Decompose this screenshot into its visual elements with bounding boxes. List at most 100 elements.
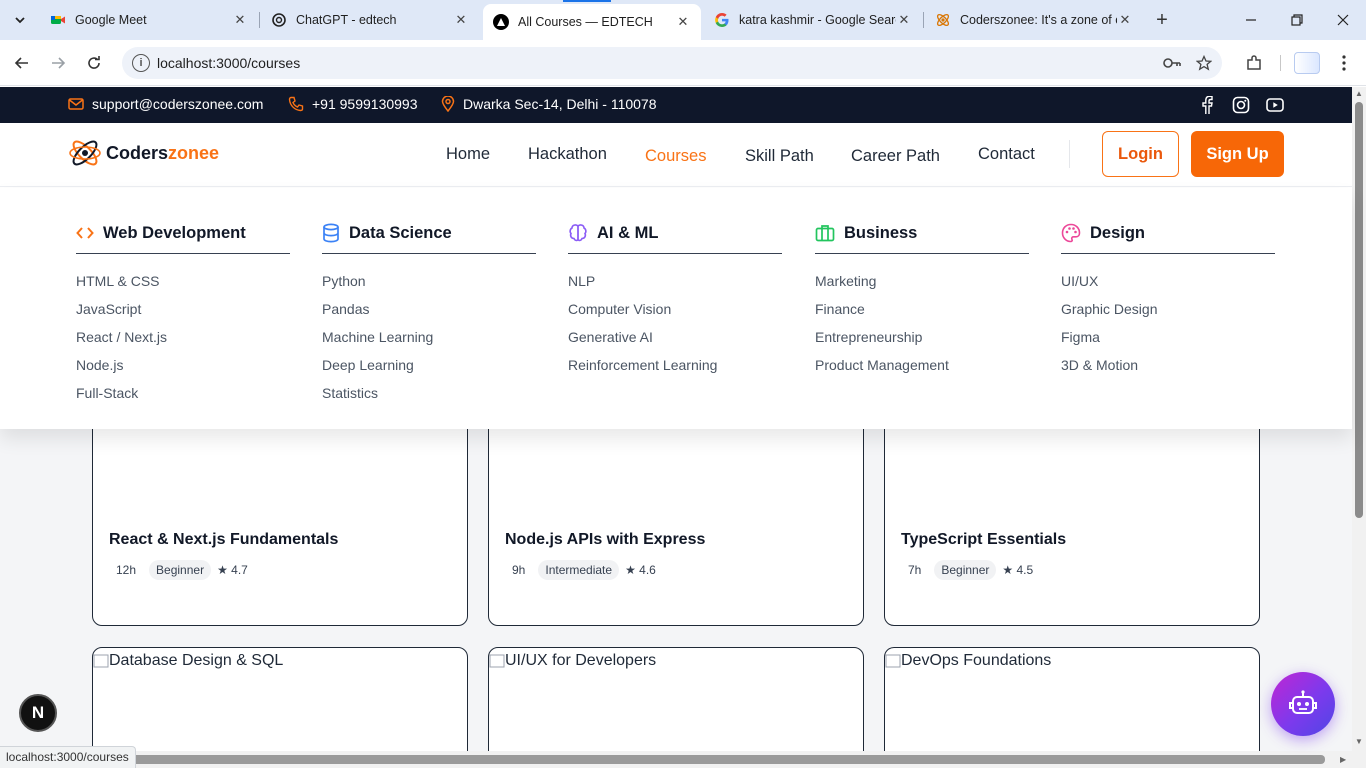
menu-item[interactable]: Python (322, 267, 536, 295)
coderszonee-icon (935, 12, 951, 28)
extensions-icon[interactable] (1242, 51, 1266, 75)
menu-item[interactable]: React / Next.js (76, 323, 290, 351)
bookmark-star-icon[interactable] (1195, 54, 1213, 74)
course-level: Beginner (149, 560, 212, 580)
login-button[interactable]: Login (1102, 131, 1179, 177)
tab-google-meet[interactable]: Google Meet ✕ (40, 6, 258, 34)
palette-icon (1061, 223, 1081, 243)
close-tab-icon[interactable]: ✕ (453, 12, 469, 28)
back-icon[interactable] (10, 51, 34, 75)
site-logo[interactable]: Coderszonee (68, 136, 219, 170)
menu-item[interactable]: 3D & Motion (1061, 351, 1275, 379)
close-tab-icon[interactable]: ✕ (1117, 12, 1133, 28)
menu-item[interactable]: Deep Learning (322, 351, 536, 379)
nav-courses[interactable]: Courses (645, 147, 706, 166)
tab-search-icon[interactable] (8, 8, 32, 32)
menu-column-business: Business Marketing Finance Entrepreneurs… (815, 221, 1029, 379)
menu-heading[interactable]: AI & ML (568, 221, 782, 245)
new-tab-icon[interactable]: + (1150, 8, 1174, 32)
menu-item[interactable]: HTML & CSS (76, 267, 290, 295)
menu-item[interactable]: NLP (568, 267, 782, 295)
email-contact[interactable]: support@coderszonee.com (68, 96, 263, 112)
menu-item[interactable]: Reinforcement Learning (568, 351, 782, 379)
phone-contact[interactable]: +91 9599130993 (288, 96, 418, 112)
mail-icon (68, 98, 84, 110)
nav-skill-path[interactable]: Skill Path (745, 147, 814, 166)
chatbot-button[interactable] (1271, 672, 1335, 736)
minimize-icon[interactable] (1228, 0, 1274, 40)
course-meta: 9h Intermediate ★ 4.6 (505, 560, 656, 580)
menu-item[interactable]: Generative AI (568, 323, 782, 351)
course-card[interactable]: Node.js APIs with Express 9h Intermediat… (488, 429, 864, 626)
profile-avatar[interactable] (1294, 52, 1320, 74)
course-card[interactable]: DevOps Foundations (884, 647, 1260, 751)
course-card[interactable]: Database Design & SQL (92, 647, 468, 751)
course-card[interactable]: TypeScript Essentials 7h Beginner ★ 4.5 (884, 429, 1260, 626)
menu-item[interactable]: Finance (815, 295, 1029, 323)
instagram-icon[interactable] (1231, 95, 1251, 115)
logo-text: Coderszonee (106, 142, 220, 163)
course-grid: React & Next.js Fundamentals 12h Beginne… (0, 429, 1352, 751)
menu-item[interactable]: Marketing (815, 267, 1029, 295)
broken-image-icon (93, 654, 109, 668)
course-duration: 12h (116, 563, 137, 577)
google-meet-icon (50, 12, 66, 28)
nextjs-dev-badge[interactable]: N (19, 694, 57, 732)
password-key-icon[interactable] (1162, 55, 1182, 74)
nav-career-path[interactable]: Career Path (851, 147, 940, 166)
nav-home[interactable]: Home (446, 145, 490, 164)
menu-item[interactable]: JavaScript (76, 295, 290, 323)
tab-all-courses[interactable]: All Courses — EDTECH ✕ (483, 4, 701, 40)
forward-icon[interactable] (46, 51, 70, 75)
menu-item[interactable]: Machine Learning (322, 323, 536, 351)
site-info-icon[interactable]: i (132, 54, 150, 72)
horizontal-scroll-thumb[interactable] (110, 755, 1325, 764)
menu-item[interactable]: Full-Stack (76, 379, 290, 407)
nav-contact[interactable]: Contact (978, 145, 1035, 164)
menu-item[interactable]: Entrepreneurship (815, 323, 1029, 351)
course-card[interactable]: React & Next.js Fundamentals 12h Beginne… (92, 429, 468, 626)
course-title[interactable]: Node.js APIs with Express (505, 531, 705, 549)
course-duration: 7h (908, 563, 922, 577)
menu-item[interactable]: Figma (1061, 323, 1275, 351)
vertical-scroll-thumb[interactable] (1355, 102, 1363, 518)
close-tab-icon[interactable]: ✕ (675, 14, 691, 30)
briefcase-icon (815, 225, 835, 242)
browser-menu-icon[interactable] (1332, 51, 1356, 75)
course-card[interactable]: UI/UX for Developers (488, 647, 864, 751)
tab-google-search[interactable]: katra kashmir - Google Search ✕ (704, 6, 922, 34)
menu-item[interactable]: Graphic Design (1061, 295, 1275, 323)
youtube-icon[interactable] (1265, 95, 1285, 115)
close-tab-icon[interactable]: ✕ (232, 12, 248, 28)
course-title[interactable]: React & Next.js Fundamentals (109, 531, 338, 549)
reload-icon[interactable] (82, 51, 106, 75)
address-bar[interactable]: i localhost:3000/courses (122, 47, 1222, 79)
tab-title: All Courses — EDTECH (518, 15, 653, 29)
menu-item[interactable]: Pandas (322, 295, 536, 323)
vertical-scrollbar[interactable]: ▲ ▼ (1352, 87, 1366, 751)
horizontal-scrollbar[interactable]: ▶ (0, 751, 1352, 768)
menu-item[interactable]: UI/UX (1061, 267, 1275, 295)
address-contact: Dwarka Sec-14, Delhi - 110078 (441, 96, 657, 112)
menu-item[interactable]: Statistics (322, 379, 536, 407)
menu-heading[interactable]: Web Development (76, 221, 290, 245)
tab-coderszonee[interactable]: Coderszonee: It's a zone of coders ✕ (925, 6, 1143, 34)
google-icon (714, 12, 730, 28)
restore-icon[interactable] (1274, 0, 1320, 40)
menu-item[interactable]: Product Management (815, 351, 1029, 379)
database-icon (323, 223, 339, 243)
chatgpt-icon (271, 12, 287, 28)
course-title[interactable]: TypeScript Essentials (901, 531, 1066, 549)
course-meta: 7h Beginner ★ 4.5 (901, 560, 1033, 580)
close-window-icon[interactable] (1320, 0, 1366, 40)
menu-heading[interactable]: Business (815, 221, 1029, 245)
menu-item[interactable]: Node.js (76, 351, 290, 379)
facebook-icon[interactable] (1197, 95, 1217, 115)
signup-button[interactable]: Sign Up (1191, 131, 1284, 177)
menu-heading[interactable]: Design (1061, 221, 1275, 245)
menu-item[interactable]: Computer Vision (568, 295, 782, 323)
close-tab-icon[interactable]: ✕ (896, 12, 912, 28)
tab-chatgpt[interactable]: ChatGPT - edtech ✕ (261, 6, 479, 34)
menu-heading[interactable]: Data Science (322, 221, 536, 245)
nav-hackathon[interactable]: Hackathon (528, 145, 607, 164)
